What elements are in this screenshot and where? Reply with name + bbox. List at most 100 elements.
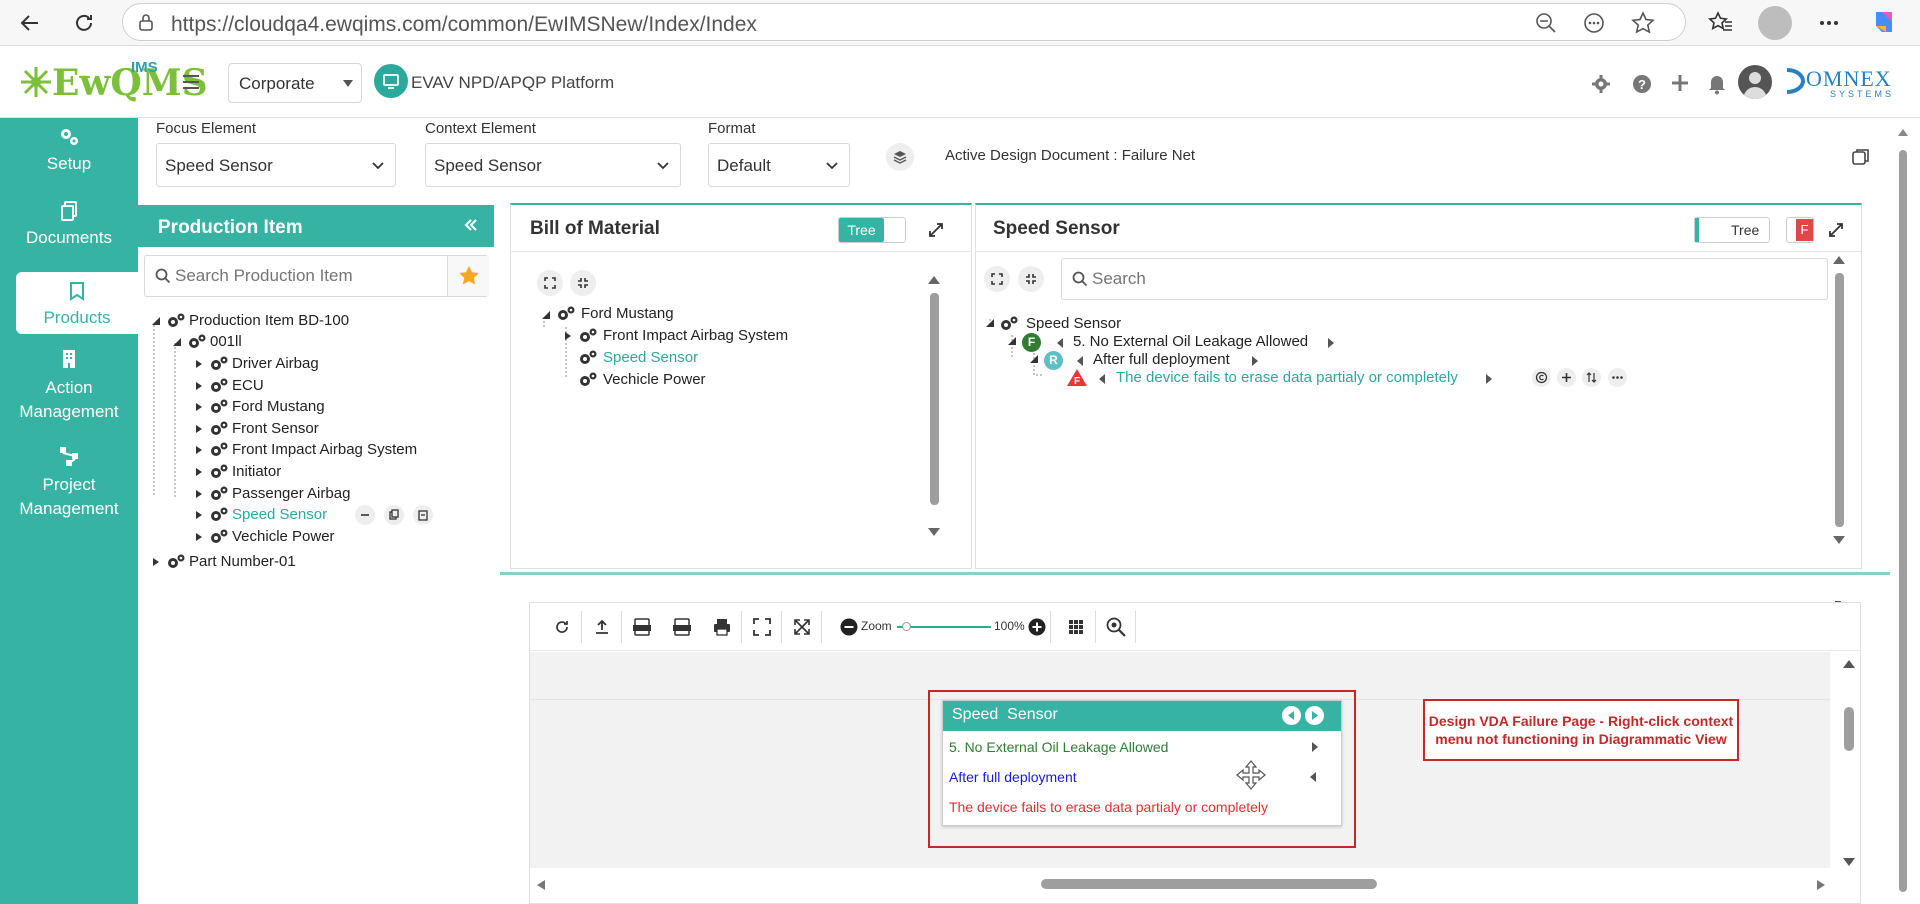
node-requirement[interactable]: After full deployment [949,769,1077,785]
tree-item-part[interactable]: Part Number-01 [189,553,296,570]
sidebar-item-action-management[interactable]: Action Management [0,348,138,424]
tree-collapsed-icon[interactable] [194,424,204,434]
tree-item[interactable]: Front Sensor [232,420,319,437]
bom-tree-toggle[interactable]: Tree [838,217,906,243]
search-zoom-icon[interactable] [1096,611,1136,643]
lock-icon[interactable] [137,13,155,31]
zoom-slider[interactable] [897,622,991,631]
node-failure[interactable]: The device fails to erase data partialy … [949,799,1268,815]
tree-item[interactable]: Vechicle Power [232,528,335,545]
address-bar[interactable]: https://cloudqa4.ewqims.com/common/EwIMS… [122,3,1686,41]
diagram-horizontal-scrollbar[interactable] [536,877,1826,891]
paste-node-icon[interactable] [413,505,433,525]
tree-collapsed-icon[interactable] [194,445,204,455]
add-node-icon[interactable] [1557,368,1576,387]
sensor-tree-root[interactable]: Speed Sensor [1026,315,1121,332]
hamburger-menu-icon[interactable] [181,73,201,91]
arrow-right-icon[interactable] [1485,373,1493,385]
tree-expanded-icon[interactable] [541,310,551,320]
copilot-icon[interactable] [1868,6,1900,38]
tree-collapsed-icon[interactable] [194,510,204,520]
zoom-in-icon[interactable] [1028,618,1046,636]
upload-icon[interactable] [582,611,622,643]
tree-expanded-icon[interactable] [1007,336,1017,346]
logo-icon[interactable] [18,64,54,100]
tree-collapsed-icon[interactable] [194,532,204,542]
collapse-all-icon[interactable] [570,270,596,296]
sidebar-item-products[interactable]: Products [16,272,138,334]
user-avatar[interactable] [1738,65,1772,99]
expand-panel-icon[interactable] [1828,222,1844,238]
tree-expanded-icon[interactable] [985,318,995,328]
format-select[interactable]: Default [708,143,850,187]
copy-node-icon[interactable] [384,505,404,525]
sensor-search-input[interactable] [1092,267,1792,291]
tree-expanded-icon[interactable] [1029,354,1039,364]
bom-tree-item[interactable]: Speed Sensor [603,349,698,366]
node-function[interactable]: 5. No External Oil Leakage Allowed [949,739,1168,755]
diagram-canvas[interactable]: Speed Sensor 5. No External Oil Leakage … [530,652,1830,868]
expand-panel-icon[interactable] [928,222,944,238]
context-element-select[interactable]: Speed Sensor [425,143,681,187]
more-tools-icon[interactable] [1583,12,1605,34]
profile-avatar-icon[interactable] [1758,6,1792,40]
tree-collapsed-icon[interactable] [194,381,204,391]
zoom-out-icon[interactable] [840,618,858,636]
tree-item-group[interactable]: 001ll [210,333,242,350]
tree-collapsed-icon[interactable] [194,402,204,412]
tree-collapsed-icon[interactable] [151,557,161,567]
expand-all-icon[interactable] [984,266,1010,292]
favorites-star-button[interactable] [447,256,489,296]
favorites-list-icon[interactable] [1708,10,1734,36]
layers-icon[interactable] [886,143,914,171]
tree-collapsed-icon[interactable] [194,489,204,499]
print-icon[interactable] [702,611,742,643]
page-scrollbar[interactable] [1896,122,1910,904]
sidebar-item-project-management[interactable]: Project Management [0,445,138,521]
arrow-left-icon[interactable] [1309,771,1317,783]
requirement-node[interactable]: After full deployment [1093,351,1230,368]
settings-gear-icon[interactable] [1591,74,1611,94]
horizontal-scroll-thumb[interactable] [1041,879,1377,889]
back-arrow-icon[interactable] [14,7,46,39]
sidebar-item-documents[interactable]: Documents [0,200,138,248]
tree-expanded-icon[interactable] [151,316,161,326]
failure-node[interactable]: The device fails to erase data partialy … [1116,369,1458,386]
tree-item[interactable]: Speed Sensor [232,506,327,523]
sort-icon[interactable] [1582,368,1601,387]
tree-item[interactable]: Initiator [232,463,281,480]
tree-item[interactable]: Front Impact Airbag System [232,441,417,458]
panel-splitter[interactable] [500,572,1890,575]
failure-toggle[interactable]: F [1786,217,1814,243]
function-node[interactable]: 5. No External Oil Leakage Allowed [1073,333,1308,350]
sidebar-item-setup[interactable]: Setup [0,126,138,174]
company-select[interactable]: Corporate [228,63,362,103]
notification-bell-icon[interactable] [1707,73,1727,95]
favorite-star-icon[interactable] [1631,11,1655,35]
copyright-icon[interactable] [1532,368,1551,387]
failure-node-card[interactable]: Speed Sensor 5. No External Oil Leakage … [942,700,1342,826]
export-png-icon[interactable] [662,611,702,643]
expand-all-icon[interactable] [537,270,563,296]
node-next-icon[interactable] [1305,706,1324,725]
refresh-icon[interactable] [68,7,100,39]
collapse-left-icon[interactable] [464,218,478,232]
collapse-node-icon[interactable] [355,505,375,525]
diagram-vertical-scrollbar[interactable] [1842,659,1856,869]
refresh-icon[interactable] [542,611,582,643]
zoom-out-icon[interactable] [1535,12,1557,34]
tree-item[interactable]: Driver Airbag [232,355,319,372]
tree-item[interactable]: Passenger Airbag [232,485,350,502]
tree-collapsed-icon[interactable] [194,359,204,369]
node-prev-icon[interactable] [1282,706,1301,725]
tree-item-root[interactable]: Production Item BD-100 [189,312,349,329]
fit-screen-icon[interactable] [742,611,782,643]
arrow-left-icon[interactable] [1076,355,1084,367]
production-search-input[interactable] [175,264,435,288]
arrow-right-icon[interactable] [1251,355,1259,367]
tree-collapsed-icon[interactable] [563,331,573,341]
sensor-scrollbar[interactable] [1832,255,1846,555]
tree-expanded-icon[interactable] [172,337,182,347]
focus-element-select[interactable]: Speed Sensor [156,143,396,187]
more-options-icon[interactable] [1608,368,1627,387]
